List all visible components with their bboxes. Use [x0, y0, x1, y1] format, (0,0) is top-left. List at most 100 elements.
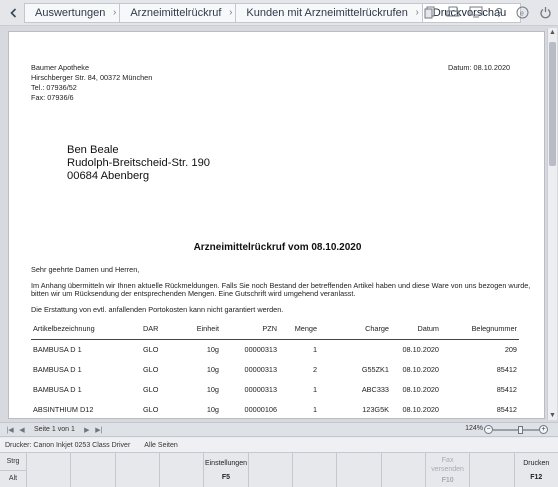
zoom-slider[interactable]: − + [484, 425, 548, 435]
cell-charge [319, 340, 391, 360]
table-header-row: Artikelbezeichnung DAR Einheit PZN Menge… [31, 324, 519, 340]
scroll-up-icon[interactable]: ▲ [549, 29, 556, 36]
scrollbar-thumb[interactable] [549, 42, 556, 166]
fax-send-label: Fax versenden [431, 456, 464, 473]
document-viewer[interactable]: Baumer Apotheke Hirschberger Str. 84, 00… [0, 26, 558, 422]
zoom-slider-knob[interactable] [518, 426, 524, 434]
copy-icon[interactable] [421, 3, 439, 21]
print-key: F12 [530, 473, 543, 481]
chevron-right-icon: › [229, 6, 233, 18]
fkey-f6[interactable] [249, 453, 293, 487]
fkey-f9[interactable] [382, 453, 426, 487]
sender-fax: Fax: 07936/6 [31, 93, 74, 102]
ctrl-key[interactable]: Strg [0, 453, 26, 471]
cell-dar: GLO [143, 345, 159, 355]
column-header: DAR [141, 324, 177, 340]
zoom-level: 124% [465, 425, 483, 432]
cell-artikel: BAMBUSA D 1 [33, 345, 82, 355]
cell-artikel: BAMBUSA D 1 [33, 385, 82, 394]
zoom-in-icon[interactable]: + [539, 425, 548, 434]
cell-dar: GLO [143, 405, 159, 414]
sender-name: Baumer Apotheke [31, 63, 90, 72]
back-button[interactable] [3, 2, 25, 24]
scroll-down-icon[interactable]: ▼ [549, 412, 556, 419]
print-preview-window: Auswertungen › Arzneimittelrückruf › Kun… [0, 0, 558, 487]
print-icon[interactable] [444, 3, 462, 21]
help-icon[interactable]: ? [490, 3, 508, 21]
body-paragraph: Die Erstattung von evtl. anfallenden Por… [31, 305, 284, 314]
modifier-keys: Strg Alt [0, 453, 27, 487]
info-icon[interactable]: e [513, 3, 531, 21]
page-range: Alle Seiten [144, 441, 178, 449]
settings-label: Einstellungen [204, 459, 247, 467]
print-button[interactable]: Drucken F12 [515, 453, 558, 487]
breadcrumb-label: Kunden mit Arzneimittelrückrufen [246, 6, 408, 19]
fkey-f2[interactable] [71, 453, 116, 487]
print-label: Drucken [523, 459, 550, 467]
fkey-f3[interactable] [116, 453, 160, 487]
zoom-track [493, 429, 539, 431]
alt-key[interactable]: Alt [0, 471, 26, 487]
fkey-f1[interactable] [27, 453, 72, 487]
recipient-name: Ben Beale [67, 144, 119, 156]
monitor-icon[interactable] [467, 3, 485, 21]
document-title: Arzneimittelrückruf vom 08.10.2020 [193, 242, 362, 253]
toolbar-icons: ? e [421, 3, 554, 21]
prev-page-icon[interactable]: ◀ [16, 426, 28, 434]
fkey-f4[interactable] [160, 453, 205, 487]
column-header: Charge [319, 324, 391, 340]
cell-beleg: 85412 [496, 405, 517, 414]
status-bar: Drucker: Canon Inkjet 0253 Class Driver … [0, 438, 558, 452]
cell-dar: GLO [143, 365, 159, 374]
fkey-f8[interactable] [337, 453, 382, 487]
cell-charge: G55ZK1 [361, 365, 389, 374]
cell-einheit: 10g [206, 365, 219, 374]
cell-dar: GLO [143, 385, 159, 394]
column-header: Belegnummer [441, 324, 519, 340]
recipient-city: 00684 Abenberg [67, 170, 150, 182]
cell-pzn: 00000106 [244, 405, 277, 414]
zoom-out-icon[interactable]: − [484, 425, 493, 434]
sender-street: Hirschberger Str. 84, 00372 München [31, 73, 153, 82]
chevron-right-icon: › [112, 6, 117, 18]
cell-pzn: 00000313 [244, 345, 277, 355]
settings-button[interactable]: Einstellungen F5 [204, 453, 249, 487]
cell-pzn: 00000313 [244, 385, 277, 394]
document-page: Baumer Apotheke Hirschberger Str. 84, 00… [8, 31, 545, 419]
page-navigation-bar: |◀ ◀ Seite 1 von 1 ▶ ▶| 124% − + [0, 422, 558, 437]
table-row: BAMBUSA D 1 GLO 10g 00000313 2 G55ZK1 08… [31, 360, 519, 380]
next-page-icon[interactable]: ▶ [81, 426, 93, 434]
recall-items-table: Artikelbezeichnung DAR Einheit PZN Menge… [31, 324, 519, 418]
cell-datum: 08.10.2020 [402, 365, 439, 374]
cell-pzn: 00000313 [244, 365, 277, 374]
function-key-bar: Strg Alt Einstellungen F5 Fax versenden … [0, 452, 558, 487]
page-info: Seite 1 von 1 [34, 426, 75, 433]
chevron-right-icon: › [415, 6, 419, 18]
cell-einheit: 10g [206, 385, 219, 394]
cell-beleg: 85412 [496, 365, 517, 374]
breadcrumb-item-auswertungen[interactable]: Auswertungen › [24, 2, 121, 23]
body-paragraph-line: bitten wir um Rücksendung der entspreche… [31, 289, 356, 298]
last-page-icon[interactable]: ▶| [93, 426, 105, 434]
fax-send-button[interactable]: Fax versenden F10 [426, 453, 471, 487]
cell-einheit: 10g [206, 345, 219, 355]
vertical-scrollbar[interactable]: ▲ ▼ [547, 28, 557, 420]
top-navigation-bar: Auswertungen › Arzneimittelrückruf › Kun… [0, 0, 558, 26]
table-row: BAMBUSA D 1 GLO 10g 00000313 1 ABC333 08… [31, 380, 519, 400]
breadcrumb-item-kunden[interactable]: Kunden mit Arzneimittelrückrufen › [235, 2, 423, 23]
cell-artikel: ABSINTHIUM D12 [33, 405, 94, 414]
table-row: BAMBUSA D 1 GLO 10g 00000313 1 08.10.202… [31, 340, 519, 360]
fkey-f7[interactable] [293, 453, 338, 487]
cell-datum: 08.10.2020 [402, 345, 439, 355]
column-header: PZN [221, 324, 279, 340]
first-page-icon[interactable]: |◀ [4, 426, 16, 434]
sender-tel: Tel.: 07936/52 [31, 83, 77, 92]
cell-artikel: BAMBUSA D 1 [33, 365, 82, 374]
back-arrow-icon [10, 7, 17, 18]
breadcrumb-item-arzneimittelrueckruf[interactable]: Arzneimittelrückruf › [119, 2, 237, 23]
salutation: Sehr geehrte Damen und Herren, [31, 265, 140, 274]
fkey-f11[interactable] [470, 453, 515, 487]
power-icon[interactable] [536, 3, 554, 21]
fax-send-key: F10 [441, 476, 454, 484]
breadcrumb-label: Auswertungen [35, 6, 106, 19]
